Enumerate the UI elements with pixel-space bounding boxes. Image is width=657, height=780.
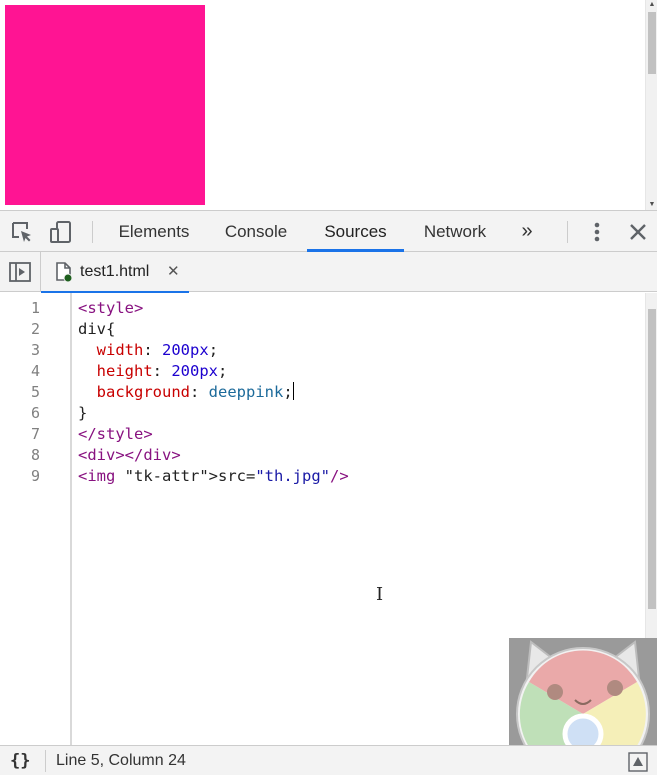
cursor-position-label: Line 5, Column 24	[56, 752, 186, 769]
status-separator	[45, 750, 46, 772]
inspect-element-icon[interactable]	[10, 220, 34, 244]
tab-elements[interactable]: Elements	[104, 211, 204, 252]
line-number[interactable]: 1	[0, 298, 40, 319]
line-number[interactable]: 5	[0, 382, 40, 403]
code-line[interactable]: height: 200px;	[78, 361, 228, 382]
page-scrollbar-thumb[interactable]	[648, 12, 656, 74]
devtools-toolbar: Elements Console Sources Network »	[0, 210, 657, 252]
tab-network[interactable]: Network	[406, 211, 504, 252]
line-number[interactable]: 4	[0, 361, 40, 382]
code-line[interactable]: background: deeppink;	[78, 382, 294, 403]
sources-file-tabbar: test1.html ✕	[0, 252, 657, 293]
file-tab-test1-html[interactable]: test1.html ✕	[41, 252, 189, 293]
toolbar-separator	[567, 221, 568, 243]
modified-file-icon	[56, 262, 73, 282]
kebab-menu-icon[interactable]	[586, 220, 608, 244]
line-number[interactable]: 7	[0, 424, 40, 445]
code-line[interactable]: <style>	[78, 298, 143, 319]
code-line[interactable]: div{	[78, 319, 115, 340]
line-number-gutter: 1 2 3 4 5 6 7 8 9	[0, 293, 71, 745]
navigator-toggle-icon[interactable]	[8, 260, 32, 284]
text-cursor-ibeam-icon: I	[376, 584, 384, 605]
line-number[interactable]: 8	[0, 445, 40, 466]
code-line[interactable]: </style>	[78, 424, 153, 445]
toolbar-separator	[92, 221, 93, 243]
deeppink-div-box	[5, 5, 205, 205]
device-toolbar-icon[interactable]	[49, 220, 73, 244]
scroll-up-arrow-icon[interactable]: ▲	[646, 0, 657, 10]
text-caret	[292, 382, 294, 400]
close-icon[interactable]	[626, 220, 650, 244]
line-number[interactable]: 2	[0, 319, 40, 340]
line-number[interactable]: 3	[0, 340, 40, 361]
code-line[interactable]: width: 200px;	[78, 340, 218, 361]
code-line[interactable]: }	[78, 403, 87, 424]
coverage-icon[interactable]	[628, 752, 648, 772]
code-line[interactable]: <div></div>	[78, 445, 181, 466]
page-viewport: ▲ ▼	[0, 0, 657, 210]
more-tabs-chevron-icon[interactable]: »	[512, 211, 542, 252]
editor-scrollbar-thumb[interactable]	[648, 309, 656, 609]
page-scrollbar[interactable]: ▲ ▼	[645, 0, 657, 210]
code-line[interactable]: <img "tk-attr">src="th.jpg"/>	[78, 466, 349, 487]
sources-status-bar: {} Line 5, Column 24	[0, 745, 657, 775]
file-tab-label: test1.html	[80, 263, 150, 280]
line-number[interactable]: 6	[0, 403, 40, 424]
scroll-down-arrow-icon[interactable]: ▼	[646, 200, 657, 210]
pretty-print-button[interactable]: {}	[10, 746, 30, 776]
tab-sources[interactable]: Sources	[307, 211, 404, 252]
tab-console[interactable]: Console	[208, 211, 304, 252]
close-tab-icon[interactable]: ✕	[167, 252, 180, 292]
line-number[interactable]: 9	[0, 466, 40, 487]
gutter-divider	[70, 293, 72, 745]
